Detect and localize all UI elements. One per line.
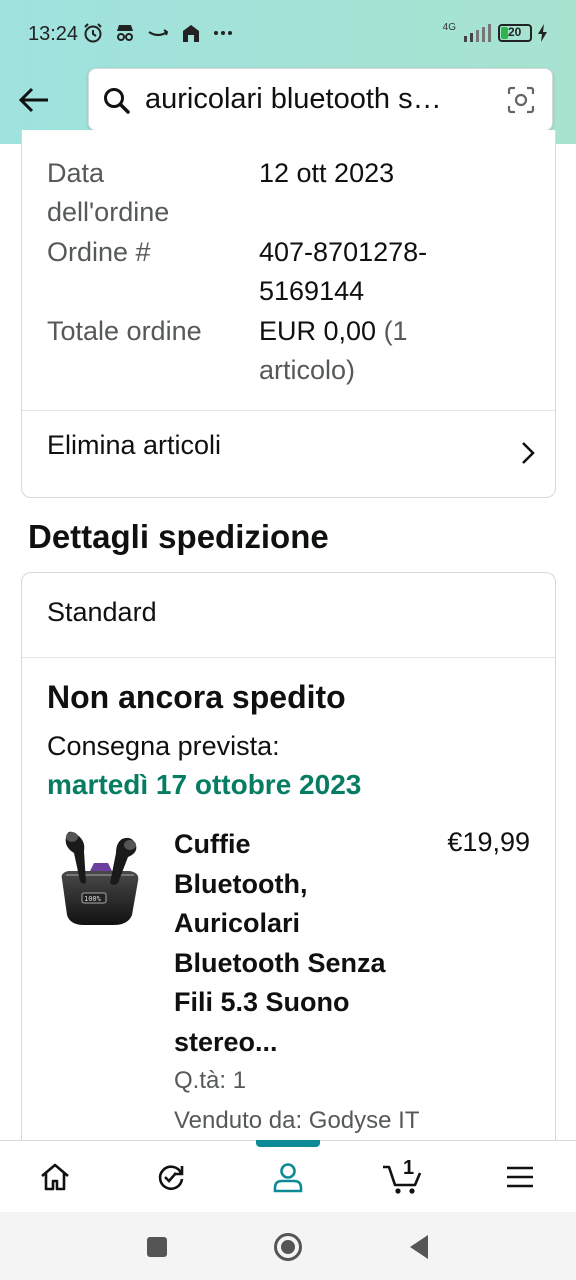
account-icon — [273, 1163, 303, 1193]
earbuds-image: 100% — [61, 831, 139, 925]
amazon-smile-icon — [148, 29, 169, 37]
reorder-icon — [158, 1165, 184, 1191]
shipment-status: Non ancora spedito — [47, 679, 346, 715]
product-title-line: stereo... — [174, 1026, 278, 1057]
network-label: 4G — [442, 21, 456, 33]
menu-icon — [507, 1166, 533, 1188]
back-arrow-icon — [18, 87, 48, 113]
nav-account[interactable] — [258, 1157, 318, 1197]
order-total-count: (1 — [376, 316, 408, 346]
svg-text:100%: 100% — [84, 895, 102, 903]
order-number-label: Ordine # — [47, 237, 151, 267]
order-total-value: EUR 0,00 (1 — [259, 312, 408, 351]
notification-icons — [82, 22, 234, 44]
product-title-line: Cuffie — [174, 829, 251, 859]
chevron-right-icon — [522, 442, 535, 464]
order-total-amount: EUR 0,00 — [259, 316, 377, 346]
home-status-icon — [183, 25, 199, 42]
delete-items-row[interactable]: Elimina articoli — [22, 411, 555, 497]
recents-button[interactable] — [142, 1232, 172, 1262]
order-summary-card: Data dell'ordine 12 ott 2023 Ordine # 40… — [21, 130, 556, 498]
alarm-icon — [84, 23, 102, 43]
back-system-button[interactable] — [404, 1232, 434, 1262]
status-bar: 13:24 4G 20 — [0, 0, 576, 66]
shipping-card: Standard Non ancora spedito Consegna pre… — [21, 572, 556, 1172]
active-tab-indicator — [256, 1140, 320, 1147]
home-icon — [41, 1163, 69, 1191]
incognito-icon — [117, 25, 133, 41]
battery-icon: 20 — [498, 24, 532, 42]
product-title-line: Bluetooth, — [174, 868, 308, 899]
nav-menu[interactable] — [490, 1157, 550, 1197]
cart-count: 1 — [403, 1157, 415, 1179]
order-number-value: 407-8701278- — [259, 237, 428, 267]
square-icon — [147, 1237, 167, 1257]
product-seller: Venduto da: Godyse IT — [174, 1107, 420, 1134]
order-number-value-cont: 5169144 — [259, 276, 365, 306]
order-total-label: Totale ordine — [47, 316, 202, 346]
search-input[interactable]: auricolari bluetooth s… — [88, 68, 553, 131]
order-date-label: Data — [47, 158, 105, 188]
home-system-button[interactable] — [273, 1232, 303, 1262]
more-icon — [214, 31, 232, 35]
order-total-value-cont: articolo) — [259, 355, 356, 385]
delivery-date: martedì 17 ottobre 2023 — [47, 769, 362, 800]
divider — [22, 657, 555, 658]
system-nav-bar — [0, 1212, 576, 1280]
circle-icon — [274, 1233, 302, 1261]
nav-reorder[interactable] — [141, 1157, 201, 1197]
charging-icon — [538, 24, 547, 42]
triangle-back-icon — [410, 1235, 428, 1259]
nav-home[interactable] — [25, 1157, 85, 1197]
status-time: 13:24 — [28, 23, 79, 45]
search-query: auricolari bluetooth s… — [145, 83, 442, 115]
battery-level: 20 — [508, 25, 522, 39]
product-title-line: Fili 5.3 Suono — [174, 987, 350, 1018]
nav-cart[interactable]: 1 — [373, 1157, 433, 1197]
shipping-section-title: Dettagli spedizione — [28, 518, 329, 555]
product-title-line: Auricolari — [174, 908, 301, 939]
back-button[interactable] — [14, 80, 54, 120]
product-image[interactable]: 100% — [52, 823, 148, 933]
shipping-method: Standard — [47, 597, 157, 627]
product-title-line: Bluetooth Senza — [174, 947, 386, 978]
product-quantity: Q.tà: 1 — [174, 1067, 247, 1094]
bottom-nav: 1 — [0, 1140, 576, 1212]
product-price: €19,99 — [447, 827, 530, 857]
search-icon — [104, 88, 130, 114]
signal-icon — [464, 24, 491, 42]
delete-items-label: Elimina articoli — [47, 430, 222, 460]
system-status: 4G 20 — [442, 21, 548, 42]
order-date-value: 12 ott 2023 — [259, 158, 395, 188]
camera-search-icon[interactable] — [506, 85, 536, 115]
product-title[interactable]: Cuffie Bluetooth, Auricolari Bluetooth S… — [174, 825, 414, 1063]
delivery-label: Consegna prevista: — [47, 731, 280, 761]
order-date-label-cont: dell'ordine — [47, 197, 170, 227]
